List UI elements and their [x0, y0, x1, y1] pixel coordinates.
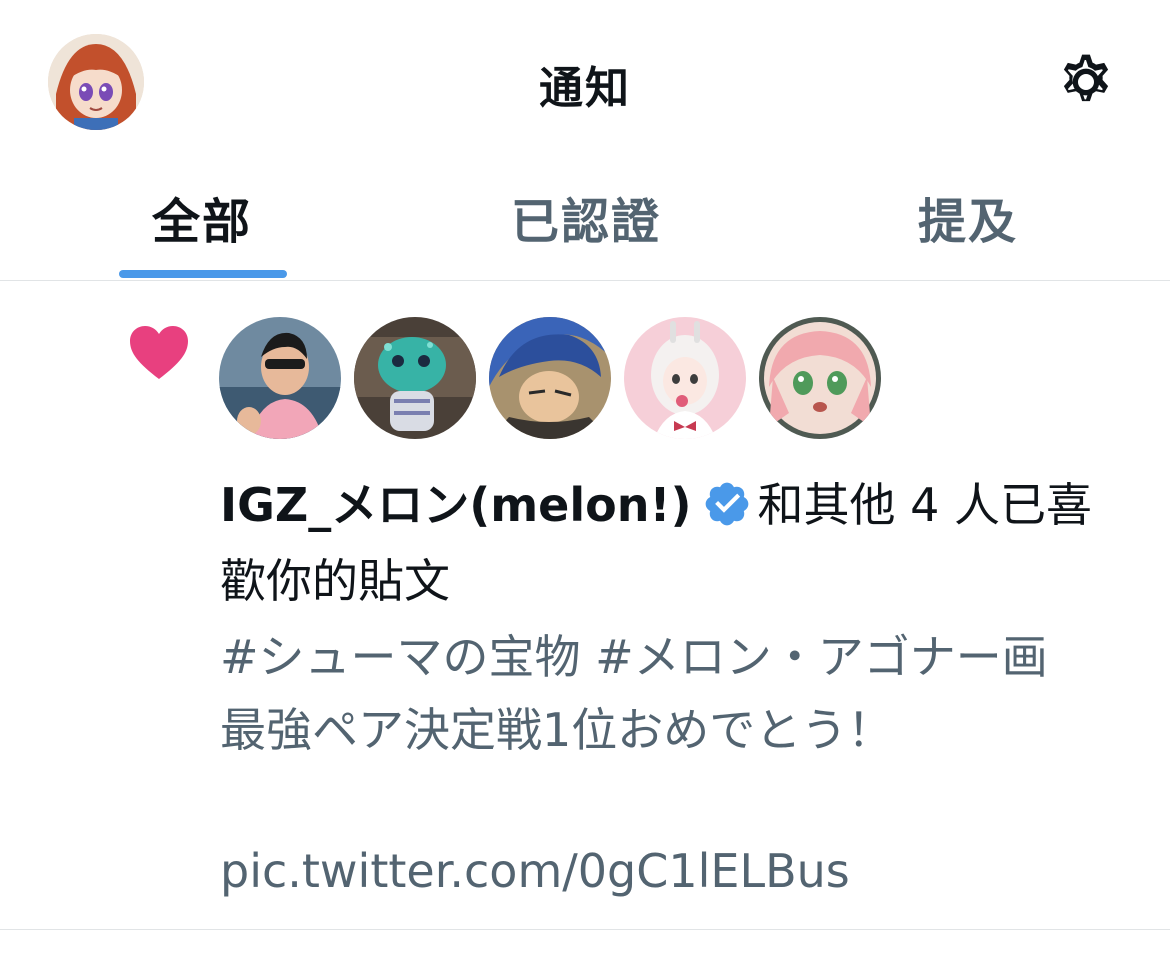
tab-all-label: 全部 — [151, 194, 252, 250]
notification-text: IGZ_メロン(melon!) 和其他 4 人已喜歡你的貼文 — [220, 467, 1120, 619]
settings-button[interactable] — [1054, 50, 1118, 114]
notification-tabs: 全部 已認證 提及 — [0, 160, 1170, 281]
liker-avatar[interactable] — [354, 317, 476, 439]
liker-avatar[interactable] — [624, 317, 746, 439]
heart-icon — [130, 326, 188, 379]
page-title: 通知 — [539, 63, 631, 114]
tab-mentions-label: 提及 — [917, 194, 1018, 250]
tab-mentions[interactable]: 提及 — [766, 160, 1170, 279]
tab-verified-label: 已認證 — [510, 194, 661, 250]
man-sunglasses-avatar-icon — [219, 317, 341, 439]
user-name-link[interactable]: IGZ_メロン(melon!) — [220, 478, 692, 532]
gear-icon — [1063, 54, 1109, 102]
top-header: 通知 — [0, 0, 1170, 160]
post-text: #シューマの宝物 #メロン・アゴナー画 最強ペア決定戦1位おめでとう！ — [220, 630, 1048, 757]
liker-avatar[interactable] — [219, 317, 341, 439]
jellyfish-character-avatar-icon — [354, 317, 476, 439]
active-tab-indicator — [119, 270, 287, 278]
liker-avatar[interactable] — [759, 317, 881, 439]
pink-hair-girl-avatar-icon — [759, 317, 881, 439]
liker-avatar[interactable] — [489, 317, 611, 439]
verified-badge-icon — [705, 482, 748, 526]
post-media-link[interactable]: pic.twitter.com/0gC1lELBus — [220, 835, 850, 908]
blue-hair-anime-avatar-icon — [489, 317, 611, 439]
white-hair-girl-avatar-icon — [624, 317, 746, 439]
tab-verified[interactable]: 已認證 — [384, 160, 788, 279]
tab-all[interactable]: 全部 — [0, 160, 404, 279]
notification-item[interactable]: IGZ_メロン(melon!) 和其他 4 人已喜歡你的貼文 #シューマの宝物 #… — [0, 281, 1170, 930]
